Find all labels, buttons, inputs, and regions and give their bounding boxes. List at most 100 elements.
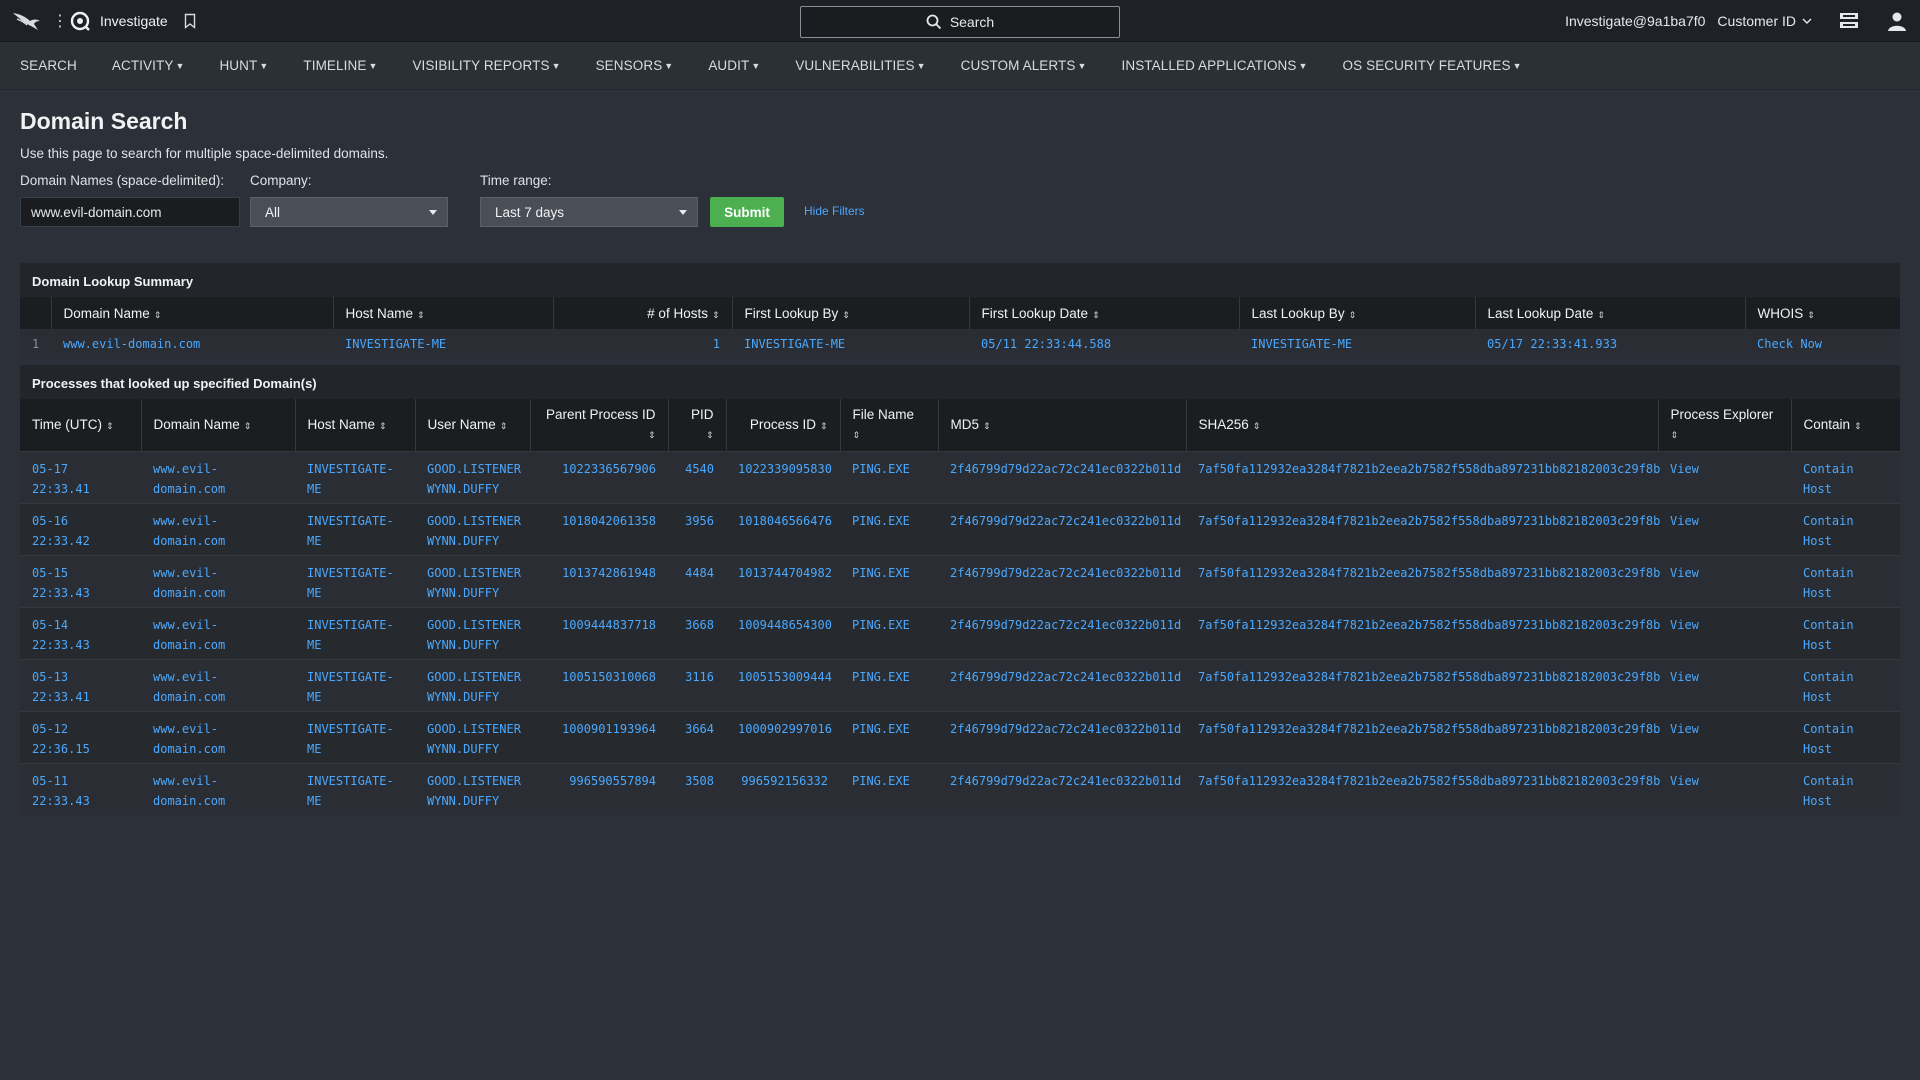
timestamp-link[interactable]: 05-11 22:33.43 [32, 774, 90, 808]
sort-icon[interactable]: ⇕ [417, 310, 425, 320]
process-explorer-view-link[interactable]: View [1670, 670, 1699, 684]
process-explorer-view-link[interactable]: View [1670, 774, 1699, 788]
timestamp-link[interactable]: 05-17 22:33.41 [32, 462, 90, 496]
kebab-menu-icon[interactable]: ⋮ [52, 11, 68, 31]
parent-process-id-link[interactable]: 1009444837718 [562, 618, 656, 632]
domain-link[interactable]: www.evil-domain.com [153, 670, 225, 704]
sort-icon[interactable]: ⇕ [244, 421, 252, 431]
host-link[interactable]: INVESTIGATE-ME [307, 618, 394, 652]
sort-icon[interactable]: ⇕ [706, 425, 714, 445]
sort-icon[interactable]: ⇕ [500, 421, 508, 431]
file-name-link[interactable]: PING.EXE [852, 618, 910, 632]
sort-icon[interactable]: ⇕ [648, 425, 656, 445]
parent-process-id-link[interactable]: 1018042061358 [562, 514, 656, 528]
falcon-logo-icon[interactable] [12, 10, 42, 32]
sha256-link[interactable]: 7af50fa112932ea3284f7821b2eea2b7582f558d… [1198, 722, 1660, 736]
sort-icon[interactable]: ⇕ [820, 421, 828, 431]
sort-icon[interactable]: ⇕ [853, 425, 926, 445]
pid-link[interactable]: 4540 [685, 462, 714, 476]
contain-host-link[interactable]: Contain Host [1803, 722, 1854, 756]
timestamp-link[interactable]: 05-16 22:33.42 [32, 514, 90, 548]
timestamp-link[interactable]: 05-15 22:33.43 [32, 566, 90, 600]
domain-link[interactable]: www.evil-domain.com [63, 337, 200, 351]
nav-item-visibility-reports[interactable]: VISIBILITY REPORTS ▼ [412, 58, 560, 73]
column-header-domain-name[interactable]: Domain Name ⇕ [50, 297, 333, 329]
md5-link[interactable]: 2f46799d79d22ac72c241ec0322b011d [950, 514, 1181, 528]
file-name-link[interactable]: PING.EXE [852, 514, 910, 528]
column-header-md5[interactable]: MD5 ⇕ [937, 399, 1186, 451]
column-header-user-name[interactable]: User Name ⇕ [414, 399, 530, 451]
first-lookup-date-link[interactable]: 05/11 22:33:44.588 [981, 337, 1111, 351]
contain-host-link[interactable]: Contain Host [1803, 462, 1854, 496]
host-link[interactable]: INVESTIGATE-ME [307, 462, 394, 496]
nav-item-activity[interactable]: ACTIVITY ▼ [112, 58, 185, 73]
file-name-link[interactable]: PING.EXE [852, 566, 910, 580]
column-header-first-lookup-date[interactable]: First Lookup Date ⇕ [968, 297, 1239, 329]
host-count-link[interactable]: 1 [713, 337, 720, 351]
process-explorer-view-link[interactable]: View [1670, 514, 1699, 528]
parent-process-id-link[interactable]: 1013742861948 [562, 566, 656, 580]
sort-icon[interactable]: ⇕ [379, 421, 387, 431]
domain-link[interactable]: www.evil-domain.com [153, 566, 225, 600]
first-lookup-by-link[interactable]: INVESTIGATE-ME [744, 337, 845, 351]
file-name-link[interactable]: PING.EXE [852, 774, 910, 788]
user-name-link[interactable]: GOOD.LISTENER WYNN.DUFFY [427, 774, 521, 808]
timestamp-link[interactable]: 05-12 22:36.15 [32, 722, 90, 756]
user-name-link[interactable]: GOOD.LISTENER WYNN.DUFFY [427, 514, 521, 548]
contain-host-link[interactable]: Contain Host [1803, 774, 1854, 808]
md5-link[interactable]: 2f46799d79d22ac72c241ec0322b011d [950, 774, 1181, 788]
sha256-link[interactable]: 7af50fa112932ea3284f7821b2eea2b7582f558d… [1198, 670, 1660, 684]
pid-link[interactable]: 3664 [685, 722, 714, 736]
process-id-link[interactable]: 1018046566476 [738, 514, 832, 528]
pid-link[interactable]: 3668 [685, 618, 714, 632]
column-header-parent-process-id[interactable]: Parent Process ID ⇕ [529, 399, 668, 451]
process-id-link[interactable]: 1022339095830 [738, 462, 832, 476]
sort-icon[interactable]: ⇕ [106, 421, 114, 431]
sort-icon[interactable]: ⇕ [1671, 425, 1779, 445]
column-header-file-name[interactable]: File Name ⇕ [839, 399, 938, 451]
domain-link[interactable]: www.evil-domain.com [153, 722, 225, 756]
process-id-link[interactable]: 1005153009444 [738, 670, 832, 684]
domain-link[interactable]: www.evil-domain.com [153, 514, 225, 548]
process-id-link[interactable]: 996592156332 [741, 774, 828, 788]
sha256-link[interactable]: 7af50fa112932ea3284f7821b2eea2b7582f558d… [1198, 566, 1660, 580]
md5-link[interactable]: 2f46799d79d22ac72c241ec0322b011d [950, 722, 1181, 736]
host-link[interactable]: INVESTIGATE-ME [345, 337, 446, 351]
user-name-link[interactable]: GOOD.LISTENER WYNN.DUFFY [427, 618, 521, 652]
parent-process-id-link[interactable]: 996590557894 [569, 774, 656, 788]
user-profile-icon[interactable] [1886, 10, 1908, 32]
contain-host-link[interactable]: Contain Host [1803, 514, 1854, 548]
host-link[interactable]: INVESTIGATE-ME [307, 670, 394, 704]
sha256-link[interactable]: 7af50fa112932ea3284f7821b2eea2b7582f558d… [1198, 618, 1660, 632]
md5-link[interactable]: 2f46799d79d22ac72c241ec0322b011d [950, 670, 1181, 684]
user-name-link[interactable]: GOOD.LISTENER WYNN.DUFFY [427, 462, 521, 496]
nav-item-timeline[interactable]: TIMELINE ▼ [303, 58, 377, 73]
pid-link[interactable]: 3956 [685, 514, 714, 528]
hide-filters-link[interactable]: Hide Filters [804, 204, 865, 218]
sha256-link[interactable]: 7af50fa112932ea3284f7821b2eea2b7582f558d… [1198, 774, 1660, 788]
sort-icon[interactable]: ⇕ [1854, 421, 1862, 431]
user-name-link[interactable]: GOOD.LISTENER WYNN.DUFFY [427, 722, 521, 756]
time-range-select[interactable]: Last 7 days [480, 197, 698, 227]
sort-icon[interactable]: ⇕ [1807, 310, 1815, 320]
sort-icon[interactable]: ⇕ [1597, 310, 1605, 320]
global-search-box[interactable]: Search [800, 6, 1120, 38]
timestamp-link[interactable]: 05-13 22:33.41 [32, 670, 90, 704]
host-link[interactable]: INVESTIGATE-ME [307, 774, 394, 808]
column-header-pid[interactable]: PID ⇕ [667, 399, 726, 451]
process-explorer-view-link[interactable]: View [1670, 618, 1699, 632]
process-explorer-view-link[interactable]: View [1670, 462, 1699, 476]
column-header-contain[interactable]: Contain ⇕ [1790, 399, 1900, 451]
sort-icon[interactable]: ⇕ [1253, 421, 1261, 431]
parent-process-id-link[interactable]: 1005150310068 [562, 670, 656, 684]
bookmark-icon[interactable] [184, 13, 196, 29]
domain-link[interactable]: www.evil-domain.com [153, 618, 225, 652]
user-account-name[interactable]: Investigate@9a1ba7f0 [1565, 13, 1705, 29]
submit-button[interactable]: Submit [710, 197, 784, 227]
process-id-link[interactable]: 1009448654300 [738, 618, 832, 632]
contain-host-link[interactable]: Contain Host [1803, 566, 1854, 600]
company-select[interactable]: All [250, 197, 448, 227]
host-link[interactable]: INVESTIGATE-ME [307, 566, 394, 600]
md5-link[interactable]: 2f46799d79d22ac72c241ec0322b011d [950, 462, 1181, 476]
column-header-process-explorer[interactable]: Process Explorer ⇕ [1657, 399, 1791, 451]
